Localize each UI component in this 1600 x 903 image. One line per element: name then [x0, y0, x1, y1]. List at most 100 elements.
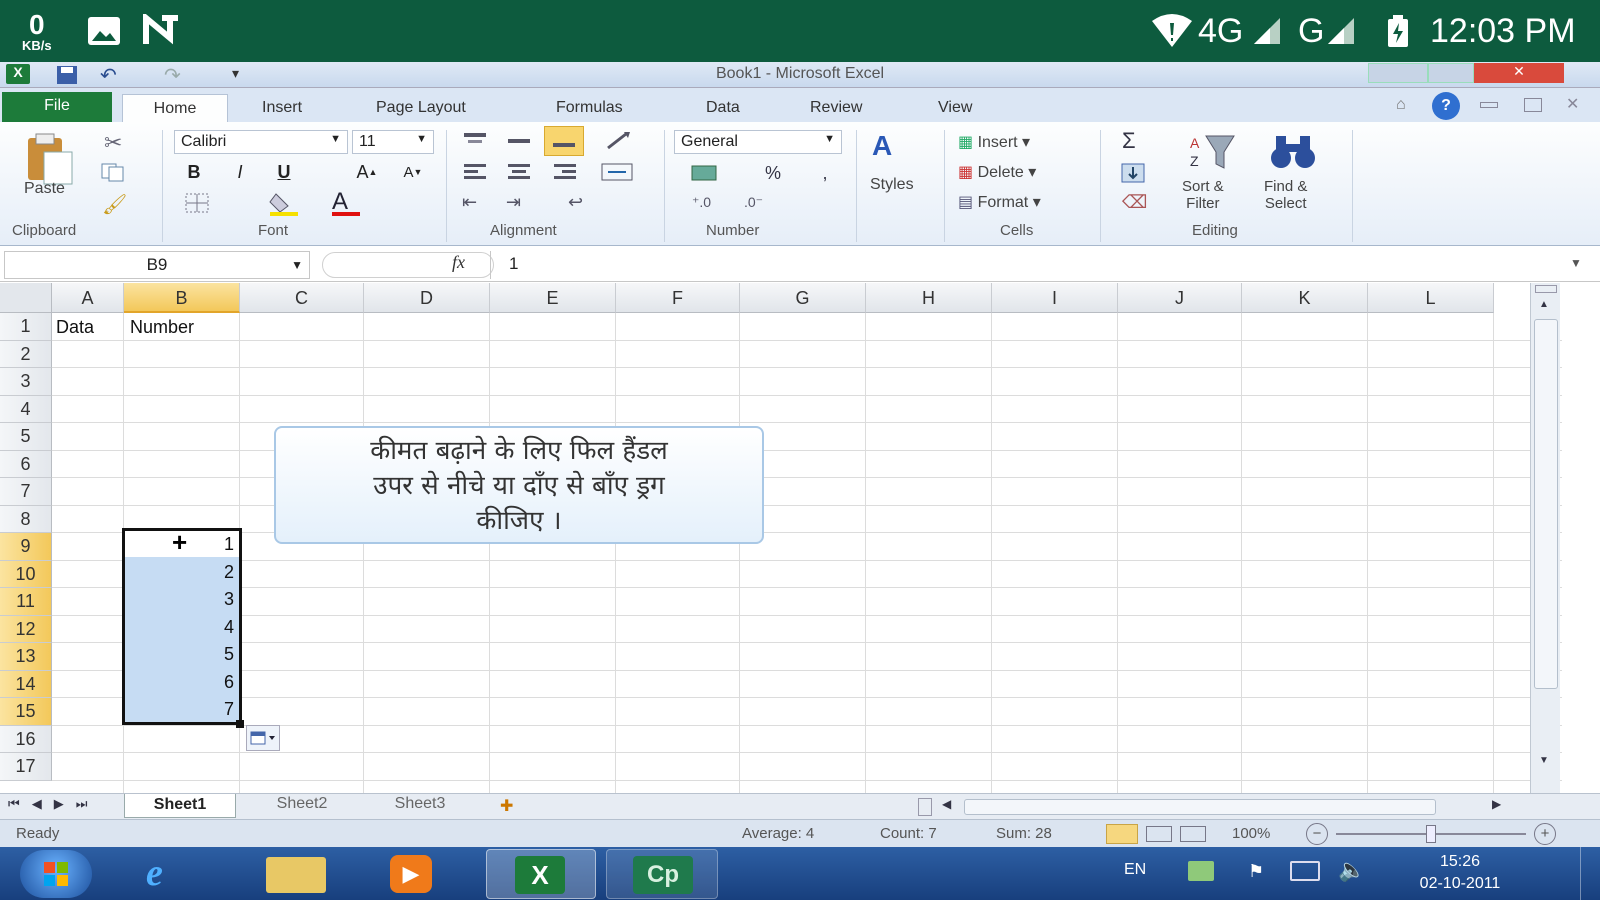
column-header-i[interactable]: I — [992, 283, 1118, 313]
name-box[interactable]: B9 ▼ — [4, 251, 310, 279]
number-format-select[interactable]: General ▼ — [674, 130, 842, 154]
row-header-8[interactable]: 8 — [0, 505, 52, 533]
styles-icon[interactable]: A — [872, 130, 892, 162]
column-header-f[interactable]: F — [616, 283, 740, 313]
workbook-close-icon[interactable]: ✕ — [1566, 94, 1579, 114]
scroll-up-icon[interactable]: ▲ — [1539, 299, 1549, 310]
tab-view[interactable]: View — [938, 94, 972, 122]
minimize-button[interactable] — [1368, 63, 1428, 83]
column-header-e[interactable]: E — [490, 283, 616, 313]
insert-function-button[interactable]: fx — [452, 252, 465, 273]
vertical-scrollbar[interactable]: ▲ ▼ — [1530, 283, 1560, 793]
scroll-left-icon[interactable]: ◀ — [942, 797, 951, 811]
column-header-g[interactable]: G — [740, 283, 866, 313]
align-top-icon[interactable] — [462, 130, 488, 157]
row-header-3[interactable]: 3 — [0, 368, 52, 396]
horizontal-scroll-thumb[interactable] — [964, 799, 1436, 815]
row-header-6[interactable]: 6 — [0, 450, 52, 478]
fill-icon[interactable] — [1120, 162, 1146, 189]
column-header-b[interactable]: B — [124, 283, 240, 313]
tab-split-handle[interactable] — [918, 798, 932, 816]
currency-icon[interactable] — [690, 162, 720, 189]
sort-filter-icon[interactable]: AZ — [1188, 130, 1236, 177]
column-header-j[interactable]: J — [1118, 283, 1242, 313]
page-break-view-icon[interactable] — [1180, 826, 1206, 842]
align-left-icon[interactable] — [462, 162, 488, 187]
row-header-9[interactable]: 9 — [0, 533, 52, 561]
column-header-k[interactable]: K — [1242, 283, 1368, 313]
row-header-2[interactable]: 2 — [0, 340, 52, 368]
cell-a1[interactable]: Data — [56, 313, 94, 341]
split-handle[interactable] — [1535, 285, 1557, 293]
internet-explorer-icon[interactable]: e — [146, 851, 163, 895]
tray-app-icon[interactable] — [1188, 861, 1214, 881]
paste-label[interactable]: Paste — [24, 180, 65, 198]
cell-b14[interactable]: 6 — [124, 668, 234, 696]
tab-formulas[interactable]: Formulas — [556, 94, 623, 122]
auto-fill-options-icon[interactable] — [246, 725, 280, 751]
select-all-corner[interactable] — [0, 283, 52, 313]
normal-view-icon[interactable] — [1106, 824, 1138, 844]
row-header-4[interactable]: 4 — [0, 395, 52, 423]
decrease-decimal-icon[interactable]: .0⁻ — [744, 194, 763, 211]
zoom-in-icon[interactable]: + — [1534, 823, 1556, 845]
column-header-l[interactable]: L — [1368, 283, 1494, 313]
format-painter-icon[interactable]: 🖌 — [102, 192, 127, 217]
sheet-nav-arrows-icon[interactable]: ⏮◀▶⏭ — [8, 796, 99, 812]
cell-b1[interactable]: Number — [130, 313, 194, 341]
row-header-15[interactable]: 15 — [0, 698, 52, 726]
insert-sheet-icon[interactable]: ✚ — [500, 796, 513, 816]
workbook-restore-icon[interactable] — [1524, 98, 1542, 112]
column-header-a[interactable]: A — [52, 283, 124, 313]
close-button[interactable]: ✕ — [1474, 63, 1564, 83]
row-header-12[interactable]: 12 — [0, 615, 52, 643]
row-header-17[interactable]: 17 — [0, 753, 52, 781]
row-header-11[interactable]: 11 — [0, 588, 52, 616]
decrease-indent-icon[interactable]: ⇤ — [462, 192, 477, 213]
wrap-text-icon[interactable]: ↩ — [568, 192, 583, 213]
tab-data[interactable]: Data — [706, 94, 740, 122]
cell-b9[interactable]: 1 — [124, 530, 234, 558]
tab-insert[interactable]: Insert — [262, 94, 302, 122]
column-header-c[interactable]: C — [240, 283, 364, 313]
sort-filter-button[interactable]: Sort & Filter — [1182, 178, 1224, 212]
scroll-down-icon[interactable]: ▼ — [1539, 755, 1549, 766]
font-name-select[interactable]: Calibri ▼ — [174, 130, 348, 154]
align-middle-icon[interactable] — [506, 130, 532, 157]
sheet-tab-3[interactable]: Sheet3 — [368, 795, 472, 813]
align-bottom-icon[interactable] — [544, 126, 584, 156]
file-explorer-icon[interactable] — [266, 857, 326, 893]
align-center-icon[interactable] — [506, 162, 532, 187]
taskbar-captivate-button[interactable]: Cp — [606, 849, 718, 899]
fill-handle[interactable] — [236, 720, 244, 728]
percent-button[interactable]: % — [760, 162, 786, 184]
minimize-ribbon-icon[interactable]: ⌂ — [1396, 96, 1406, 114]
copy-icon[interactable] — [100, 162, 126, 187]
action-center-flag-icon[interactable]: ⚑ — [1248, 861, 1264, 882]
row-header-16[interactable]: 16 — [0, 725, 52, 753]
shrink-font-icon[interactable]: A ▼ — [398, 160, 428, 184]
increase-indent-icon[interactable]: ⇥ — [506, 192, 521, 213]
merge-center-icon[interactable] — [600, 162, 636, 187]
delete-cells-button[interactable]: ▦ Delete ▾ — [958, 162, 1036, 182]
orientation-icon[interactable] — [604, 130, 634, 157]
bold-button[interactable]: B — [182, 160, 206, 184]
borders-icon[interactable] — [184, 192, 210, 219]
tab-page-layout[interactable]: Page Layout — [376, 94, 466, 122]
cell-b15[interactable]: 7 — [124, 695, 234, 723]
grow-font-icon[interactable]: A ▲ — [352, 160, 382, 184]
system-clock[interactable]: 15:26 02-10-2011 — [1400, 851, 1520, 895]
styles-label[interactable]: Styles — [870, 176, 914, 194]
expand-formula-bar-icon[interactable]: ▼ — [1570, 256, 1582, 270]
row-header-7[interactable]: 7 — [0, 478, 52, 506]
workbook-minimize-icon[interactable] — [1480, 102, 1498, 108]
sheet-tab-1[interactable]: Sheet1 — [124, 794, 236, 818]
comma-style-icon[interactable]: , — [812, 162, 838, 184]
maximize-button[interactable] — [1428, 63, 1474, 83]
tab-review[interactable]: Review — [810, 94, 862, 122]
language-indicator[interactable]: EN — [1124, 861, 1146, 879]
cut-icon[interactable]: ✂ — [104, 130, 122, 156]
zoom-slider-thumb[interactable] — [1426, 825, 1436, 843]
show-desktop-button[interactable] — [1580, 847, 1600, 900]
row-header-1[interactable]: 1 — [0, 313, 52, 341]
